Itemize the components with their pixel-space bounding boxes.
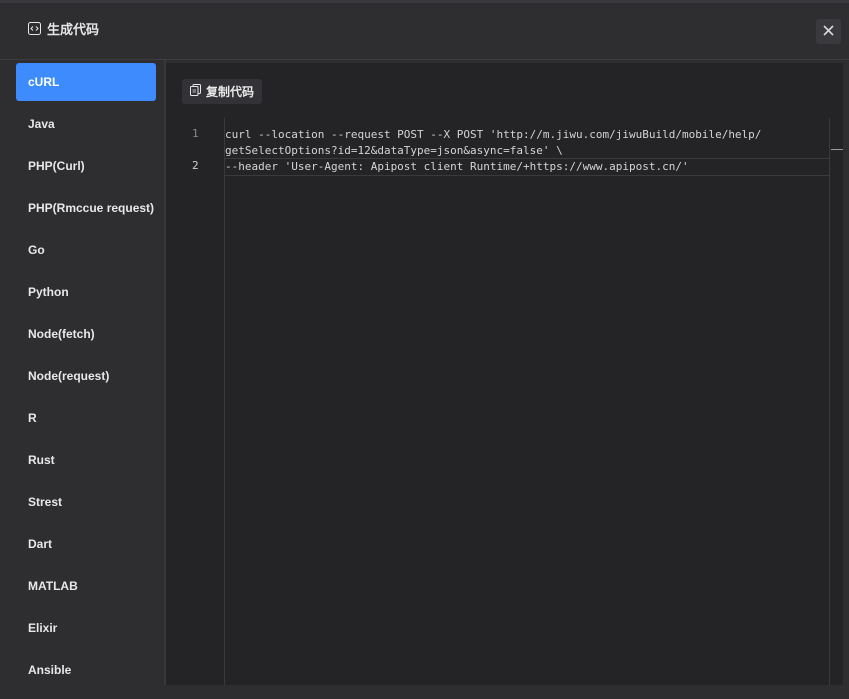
line-number-gutter: 12 <box>182 118 225 685</box>
sidebar-item-php-curl[interactable]: PHP(Curl) <box>16 147 156 185</box>
code-area[interactable]: curl --location --request POST --X POST … <box>225 118 829 685</box>
sidebar-item-dart[interactable]: Dart <box>16 525 156 563</box>
close-button[interactable] <box>816 19 841 44</box>
sidebar-item-rust[interactable]: Rust <box>16 441 156 479</box>
code-line[interactable]: curl --location --request POST --X POST … <box>225 127 829 143</box>
sidebar-item-java[interactable]: Java <box>16 105 156 143</box>
sidebar-item-node-fetch[interactable]: Node(fetch) <box>16 315 156 353</box>
line-number: 1 <box>192 127 199 140</box>
copy-icon <box>190 83 201 101</box>
sidebar-item-ansible[interactable]: Ansible <box>16 651 156 685</box>
sidebar-item-php-rmccue-request[interactable]: PHP(Rmccue request) <box>16 189 156 227</box>
generate-code-dialog: 生成代码 cURL Java PHP(Curl) PHP(Rmccue request… <box>0 0 849 699</box>
copy-code-button[interactable]: 复制代码 <box>182 79 263 104</box>
sidebar-item-node-request[interactable]: Node(request) <box>16 357 156 395</box>
sidebar-item-strest[interactable]: Strest <box>16 483 156 521</box>
line-number: 2 <box>192 159 199 172</box>
code-line[interactable]: getSelectOptions?id=12&dataType=json&asy… <box>225 143 829 159</box>
sidebar-item-curl[interactable]: cURL <box>16 63 156 101</box>
sidebar-item-python[interactable]: Python <box>16 273 156 311</box>
language-sidebar: cURL Java PHP(Curl) PHP(Rmccue request) Go Py… <box>0 60 164 685</box>
dialog-header: 生成代码 <box>0 3 849 60</box>
close-icon[interactable] <box>823 23 834 41</box>
copy-code-label: 复制代码 <box>206 85 255 99</box>
code-panel: 复制代码 12 curl --location --request POST -… <box>166 63 843 685</box>
sidebar-item-elixir[interactable]: Elixir <box>16 609 156 647</box>
dialog-title: 生成代码 <box>47 22 100 37</box>
sidebar-item-go[interactable]: Go <box>16 231 156 269</box>
code-editor[interactable]: 12 curl --location --request POST --X PO… <box>182 118 843 685</box>
scrollbar-thumb[interactable] <box>831 149 843 150</box>
sidebar-item-r[interactable]: R <box>16 399 156 437</box>
code-line[interactable]: --header 'User-Agent: Apipost client Run… <box>225 158 829 176</box>
code-icon <box>28 22 41 35</box>
sidebar-item-matlab[interactable]: MATLAB <box>16 567 156 605</box>
dialog-title-group: 生成代码 <box>28 19 99 38</box>
language-list: cURL Java PHP(Curl) PHP(Rmccue request) Go Py… <box>0 60 164 685</box>
editor-scrollbar[interactable] <box>829 118 843 685</box>
